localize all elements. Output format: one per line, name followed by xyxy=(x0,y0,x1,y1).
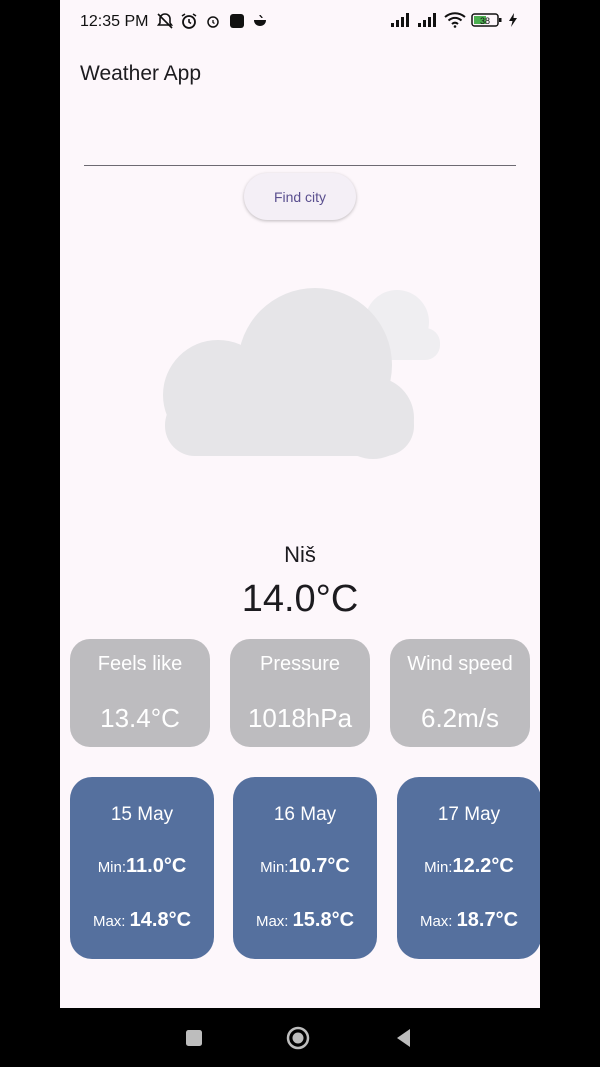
cloud-icon xyxy=(160,285,450,465)
city-name: Niš xyxy=(284,542,316,567)
app-title: Weather App xyxy=(80,62,202,85)
wind-speed-card: Wind speed 6.2m/s xyxy=(390,639,530,747)
max-label: Max: xyxy=(255,913,293,930)
feels-like-value: 13.4°C xyxy=(100,703,180,733)
min-value: 12.2°C xyxy=(452,855,514,877)
forecast-card: 16 May Min:10.7°C Max: 15.8°C xyxy=(233,777,377,959)
wind-speed-label: Wind speed xyxy=(407,653,513,675)
square-app-icon xyxy=(230,14,244,28)
forecast-min: Min:11.0°C xyxy=(70,855,214,878)
city-search-input[interactable] xyxy=(84,120,516,166)
forecast-min: Min:10.7°C xyxy=(233,855,377,878)
forecast-max: Max: 14.8°C xyxy=(70,909,214,932)
forecast-max: Max: 18.7°C xyxy=(397,909,540,932)
status-time: 12:35 PM xyxy=(80,13,149,30)
battery-level: 38 xyxy=(480,16,490,26)
min-label: Min: xyxy=(260,859,289,876)
wifi-icon xyxy=(444,12,466,28)
min-value: 11.0°C xyxy=(126,855,187,877)
min-label: Min: xyxy=(424,859,453,876)
max-value: 15.8°C xyxy=(292,909,355,931)
max-value: 14.8°C xyxy=(129,909,192,931)
home-icon[interactable] xyxy=(286,1026,310,1050)
app-screen: 12:35 PM 38 Weather App Find city Niš 14… xyxy=(60,0,540,1008)
forecast-card: 17 May Min:12.2°C Max: 18.7°C xyxy=(397,777,540,959)
signal-icon xyxy=(391,13,409,27)
forecast-date: 15 May xyxy=(110,804,174,825)
status-left-icons xyxy=(156,12,270,30)
alarm-small-icon xyxy=(207,16,219,28)
min-value: 10.7°C xyxy=(288,855,350,877)
pressure-card: Pressure 1018hPa xyxy=(230,639,370,747)
forecast-card: 15 May Min:11.0°C Max: 14.8°C xyxy=(70,777,214,959)
system-nav-bar xyxy=(0,1008,600,1067)
recent-apps-icon[interactable] xyxy=(182,1026,206,1050)
alarm-icon xyxy=(181,13,197,29)
status-bar: 12:35 PM 38 xyxy=(60,0,540,46)
max-label: Max: xyxy=(419,913,457,930)
current-temperature: 14.0°C xyxy=(241,578,359,620)
back-icon[interactable] xyxy=(392,1026,416,1050)
feels-like-label: Feels like xyxy=(97,653,183,675)
max-label: Max: xyxy=(92,913,130,930)
forecast-date: 17 May xyxy=(437,804,501,825)
charging-icon xyxy=(509,13,517,27)
status-right-icons: 38 xyxy=(390,12,518,28)
forecast-min: Min:12.2°C xyxy=(397,855,540,878)
forecast-max: Max: 15.8°C xyxy=(233,909,377,932)
forecast-date: 16 May xyxy=(273,804,337,825)
max-value: 18.7°C xyxy=(456,909,519,931)
coffee-icon xyxy=(254,14,266,26)
signal-icon xyxy=(418,13,436,27)
wind-speed-value: 6.2m/s xyxy=(420,703,500,733)
pressure-value: 1018hPa xyxy=(247,703,353,733)
find-city-button[interactable]: Find city xyxy=(244,173,356,220)
feels-like-card: Feels like 13.4°C xyxy=(70,639,210,747)
muted-bell-icon xyxy=(156,13,174,29)
pressure-label: Pressure xyxy=(259,653,341,675)
min-label: Min: xyxy=(97,859,127,876)
battery-icon: 38 xyxy=(471,13,502,27)
